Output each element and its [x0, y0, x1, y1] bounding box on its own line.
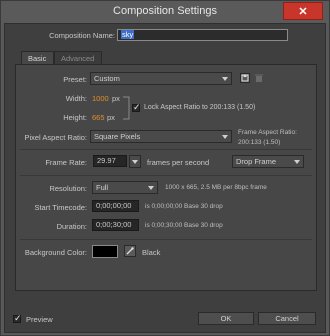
lock-aspect-label: Lock Aspect Ratio to 200:133 (1.50) — [144, 104, 256, 111]
trash-icon[interactable] — [254, 73, 264, 83]
preset-dropdown[interactable]: Custom — [90, 72, 232, 85]
pixel-aspect-dropdown[interactable]: Square Pixels — [90, 130, 232, 143]
tab-basic[interactable]: Basic — [21, 51, 54, 65]
divider — [20, 149, 312, 150]
composition-settings-window: Composition Settings ✕ Composition Name:… — [0, 0, 330, 336]
height-value[interactable]: 665 — [92, 113, 105, 122]
frame-rate-label: Frame Rate: — [45, 158, 87, 167]
background-color-name: Black — [142, 248, 161, 257]
divider — [20, 239, 312, 240]
resolution-dropdown[interactable]: Full — [92, 181, 158, 194]
background-color-label: Background Color: — [24, 248, 87, 257]
dialog-body: Composition Name: sky Basic Advanced Pre… — [4, 23, 326, 333]
pixel-aspect-label: Pixel Aspect Ratio: — [24, 133, 87, 142]
frame-aspect-label: Frame Aspect Ratio: — [238, 129, 297, 136]
basic-panel: Preset: Custom Width: 1000 px Lock Aspec… — [15, 64, 317, 291]
chevron-down-icon — [222, 135, 228, 139]
preset-label: Preset: — [63, 75, 87, 84]
background-color-swatch[interactable] — [92, 245, 118, 258]
cancel-button[interactable]: Cancel — [258, 312, 316, 325]
eyedropper-icon[interactable] — [124, 245, 136, 257]
drop-frame-value: Drop Frame — [236, 157, 277, 166]
width-value[interactable]: 1000 — [92, 94, 109, 103]
comp-name-label: Composition Name: — [49, 31, 115, 40]
width-unit: px — [112, 94, 120, 103]
width-label: Width: — [65, 94, 87, 103]
window-title: Composition Settings — [113, 5, 217, 17]
pixel-aspect-value: Square Pixels — [94, 132, 141, 141]
lock-aspect-checkbox[interactable] — [132, 102, 141, 113]
chevron-down-icon — [148, 186, 154, 190]
chevron-down-icon — [132, 160, 138, 164]
drop-frame-dropdown[interactable]: Drop Frame — [232, 155, 304, 168]
title-bar: Composition Settings ✕ — [1, 1, 329, 23]
resolution-value: Full — [96, 183, 109, 192]
frame-aspect-value: 200:133 (1.50) — [238, 139, 281, 146]
comp-name-input[interactable]: sky — [117, 29, 288, 41]
preview-checkbox[interactable] — [13, 313, 22, 324]
duration-info: is 0;00;30;00 Base 30 drop — [145, 222, 223, 229]
duration-input[interactable]: 0;00;30;00 — [92, 219, 139, 231]
start-timecode-label: Start Timecode: — [34, 203, 87, 212]
height-unit: px — [107, 113, 115, 122]
resolution-label: Resolution: — [49, 184, 87, 193]
duration-label: Duration: — [56, 222, 87, 231]
preview-label: Preview — [26, 315, 53, 324]
resolution-info: 1000 x 665, 2.5 MB per 8bpc frame — [165, 184, 267, 191]
chevron-down-icon — [294, 160, 300, 164]
save-icon[interactable] — [240, 73, 250, 83]
close-icon: ✕ — [298, 6, 308, 18]
ok-button[interactable]: OK — [198, 312, 254, 325]
start-timecode-input[interactable]: 0;00;00;00 — [92, 200, 139, 212]
frame-rate-input[interactable]: 29.97 — [93, 155, 127, 167]
height-label: Height: — [63, 113, 87, 122]
tab-advanced[interactable]: Advanced — [54, 51, 102, 65]
frame-rate-unit: frames per second — [147, 158, 210, 167]
chevron-down-icon — [222, 77, 228, 81]
preset-value: Custom — [94, 74, 120, 83]
comp-name-value: sky — [121, 30, 135, 39]
divider — [20, 175, 312, 176]
start-timecode-info: is 0;00;00;00 Base 30 drop — [145, 203, 223, 210]
close-button[interactable]: ✕ — [283, 2, 323, 20]
frame-rate-dropdown[interactable] — [129, 155, 141, 168]
